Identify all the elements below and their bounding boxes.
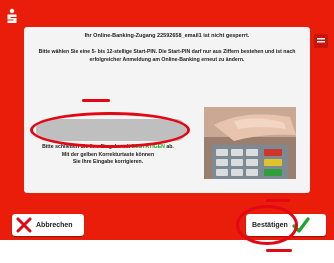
hint-line2: Mit der gelben Korrekturtaste können [61, 151, 155, 158]
annotation-dash [266, 199, 290, 202]
pin-pad-photo [204, 107, 296, 179]
status-message: Ihr Online-Banking-Zugang 22592658_email… [84, 33, 250, 39]
pin-instructions: Bitte wählen Sie eine 5- bis 12-stellige… [38, 49, 296, 63]
hint-line1-end: ab. [166, 144, 174, 150]
cancel-button-label: Abbrechen [36, 221, 73, 229]
annotation-ring-confirm [236, 205, 298, 245]
annotation-dash [266, 249, 292, 252]
hint-line3: Sie Ihre Eingabe korrigieren. [72, 159, 144, 165]
language-icon[interactable] [314, 34, 328, 48]
x-icon [16, 217, 32, 233]
sparkasse-logo-icon [7, 8, 17, 23]
cancel-button[interactable]: Abbrechen [12, 214, 84, 236]
message-panel: Ihr Online-Banking-Zugang 22592658_email… [24, 27, 310, 193]
annotation-dash [82, 99, 110, 102]
annotation-ring-input [30, 112, 190, 148]
